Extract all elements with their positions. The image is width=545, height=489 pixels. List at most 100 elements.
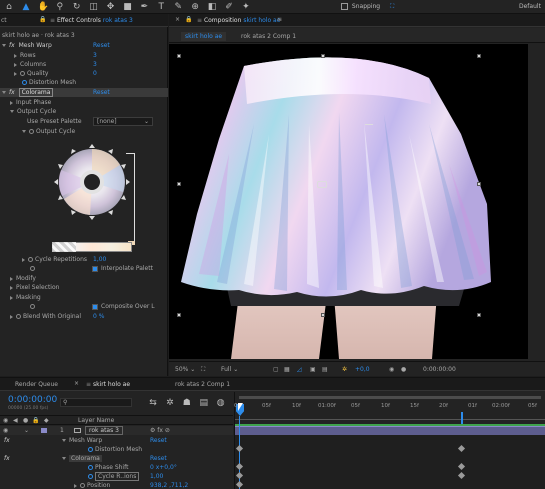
cycle-repetitions-value[interactable]: 1,00 [93, 255, 106, 264]
interpolate-palette-row[interactable]: Interpolate Palett [92, 264, 153, 273]
transform-handle[interactable] [477, 313, 481, 317]
tl-colorama-row[interactable]: Colorama [62, 454, 102, 463]
workspace-default[interactable]: Default [519, 3, 541, 10]
transform-handle[interactable] [177, 182, 181, 186]
timeline-tab-active[interactable]: ≡ skirt holo ae [86, 381, 130, 388]
stopwatch-icon[interactable] [88, 447, 93, 452]
transform-handle[interactable] [177, 313, 181, 317]
layer-name-header[interactable]: Layer Name [78, 417, 114, 424]
show-snapshot-icon[interactable]: ● [401, 362, 406, 377]
type-tool-icon[interactable]: T [156, 2, 166, 12]
keyframe[interactable] [457, 471, 466, 480]
tl-colorama-reset[interactable]: Reset [150, 454, 167, 463]
color-wheel-graphic[interactable] [52, 142, 132, 222]
timeline-tracks[interactable] [234, 416, 545, 489]
input-phase-row[interactable]: Input Phase [10, 98, 51, 107]
fx-icon[interactable]: fx [9, 42, 15, 49]
output-cycle-sub-row[interactable]: Output Cycle [22, 127, 75, 136]
eraser-tool-icon[interactable]: ◧ [207, 2, 217, 12]
channels-icon[interactable]: ▤ [322, 362, 328, 377]
blend-value[interactable]: 0 % [93, 312, 104, 321]
keyframe[interactable] [457, 462, 466, 471]
fx-icon[interactable]: fx [4, 437, 10, 444]
mesh-warp-reset[interactable]: Reset [93, 41, 110, 50]
expand-icon[interactable] [10, 276, 13, 281]
mask-visibility-icon[interactable]: ◿ [297, 362, 302, 377]
timeline-timecode[interactable]: 0:00:00:00 [8, 395, 57, 405]
camera-tool-icon[interactable]: ◫ [89, 2, 99, 12]
stopwatch-icon[interactable] [80, 483, 85, 488]
close-icon[interactable]: × [74, 380, 79, 387]
rectangle-tool-icon[interactable]: ■ [122, 2, 132, 12]
mesh-warp-effect-row[interactable]: fx Mesh Warp Reset [2, 41, 167, 50]
fit-icon[interactable]: ⛶ [201, 362, 205, 377]
roto-tool-icon[interactable]: ✐ [224, 2, 234, 12]
columns-value[interactable]: 3 [93, 60, 97, 69]
collapse-icon[interactable] [62, 439, 66, 442]
stopwatch-icon[interactable] [16, 314, 21, 319]
transform-handle[interactable] [321, 313, 325, 317]
viewer-timecode[interactable]: 0:00:00:00 [423, 362, 456, 377]
motion-blur-icon[interactable]: ◍ [216, 398, 226, 408]
tl-cycle-value[interactable]: 1,00 [150, 472, 163, 481]
prev-tab-label[interactable]: ct [1, 17, 7, 24]
output-cycle-row[interactable]: Output Cycle [10, 107, 56, 116]
preset-palette-dropdown[interactable]: [none] ⌄ [93, 117, 153, 126]
brush-tool-icon[interactable]: ✎ [173, 2, 183, 12]
composition-tab[interactable]: ≡ Composition skirt holo ae [197, 17, 280, 24]
puppet-tool-icon[interactable]: ✦ [241, 2, 251, 12]
expand-icon[interactable] [10, 100, 13, 105]
color-management-icon[interactable]: ✲ [342, 362, 347, 377]
snapping-checkbox[interactable] [341, 3, 348, 10]
view-options-icon[interactable]: ▣ [310, 362, 316, 377]
label-color[interactable] [41, 428, 47, 433]
zoom-tool-icon[interactable]: ⚲ [55, 2, 65, 12]
snap-options-icon[interactable]: ⛶ [390, 3, 394, 10]
lock-icon[interactable]: 🔒 [32, 417, 39, 424]
layer-duration-bar[interactable] [235, 426, 545, 435]
keyframe[interactable] [235, 471, 244, 480]
timeline-search-input[interactable]: ⚲ [60, 398, 132, 407]
eye-icon[interactable]: ◉ [3, 426, 8, 435]
close-icon[interactable]: × [175, 16, 180, 23]
lock-icon[interactable]: 🔒 [185, 16, 192, 23]
composite-row[interactable]: Composite Over L [92, 302, 155, 311]
shy-icon[interactable]: ☗ [182, 398, 192, 408]
rows-value[interactable]: 3 [93, 51, 97, 60]
snapping-toggle[interactable]: Snapping ⛶ [341, 3, 394, 11]
stopwatch-icon[interactable] [28, 257, 33, 262]
subtab-active[interactable]: skirt holo ae [181, 32, 227, 41]
transform-handle[interactable] [477, 54, 481, 58]
effect-controls-tab[interactable]: ≡ Effect Controls rok atas 3 [50, 17, 133, 24]
draft-3d-icon[interactable]: ✲ [165, 398, 175, 408]
zoom-dropdown[interactable]: 50% ⌄ [175, 362, 195, 377]
pixel-selection-row[interactable]: Pixel Selection [10, 283, 59, 292]
stopwatch-icon[interactable] [88, 465, 93, 470]
pen-tool-icon[interactable]: ✒ [139, 2, 149, 12]
expand-icon[interactable] [74, 483, 77, 488]
stopwatch-icon[interactable] [20, 71, 25, 76]
transparency-grid-icon[interactable]: ▦ [284, 362, 290, 377]
stopwatch-icon[interactable] [29, 129, 34, 134]
stopwatch-icon[interactable] [30, 266, 35, 271]
expand-icon[interactable] [14, 62, 17, 67]
home-icon[interactable]: ⌂ [4, 2, 14, 12]
colorama-reset[interactable]: Reset [93, 88, 110, 97]
lock-icon[interactable]: 🔒 [39, 16, 46, 23]
selection-tool-icon[interactable]: ▲ [21, 2, 31, 12]
layer-name[interactable]: rok atas 3 [85, 426, 123, 435]
rotate-tool-icon[interactable]: ↻ [72, 2, 82, 12]
keyframe[interactable] [457, 444, 466, 453]
clone-tool-icon[interactable]: ⊕ [190, 2, 200, 12]
exposure-value[interactable]: +0,0 [355, 362, 370, 377]
tl-phase-value[interactable]: 0 x+0,0° [150, 463, 177, 472]
keyframe[interactable] [235, 444, 244, 453]
transform-handle[interactable] [177, 54, 181, 58]
transform-handle[interactable] [477, 182, 481, 186]
fx-icon[interactable]: fx [9, 89, 15, 96]
expand-icon[interactable] [22, 257, 25, 262]
tl-mesh-warp-row[interactable]: Mesh Warp [62, 436, 102, 445]
keyframe[interactable] [235, 462, 244, 471]
collapse-icon[interactable] [2, 44, 6, 47]
expand-icon[interactable] [14, 53, 17, 58]
